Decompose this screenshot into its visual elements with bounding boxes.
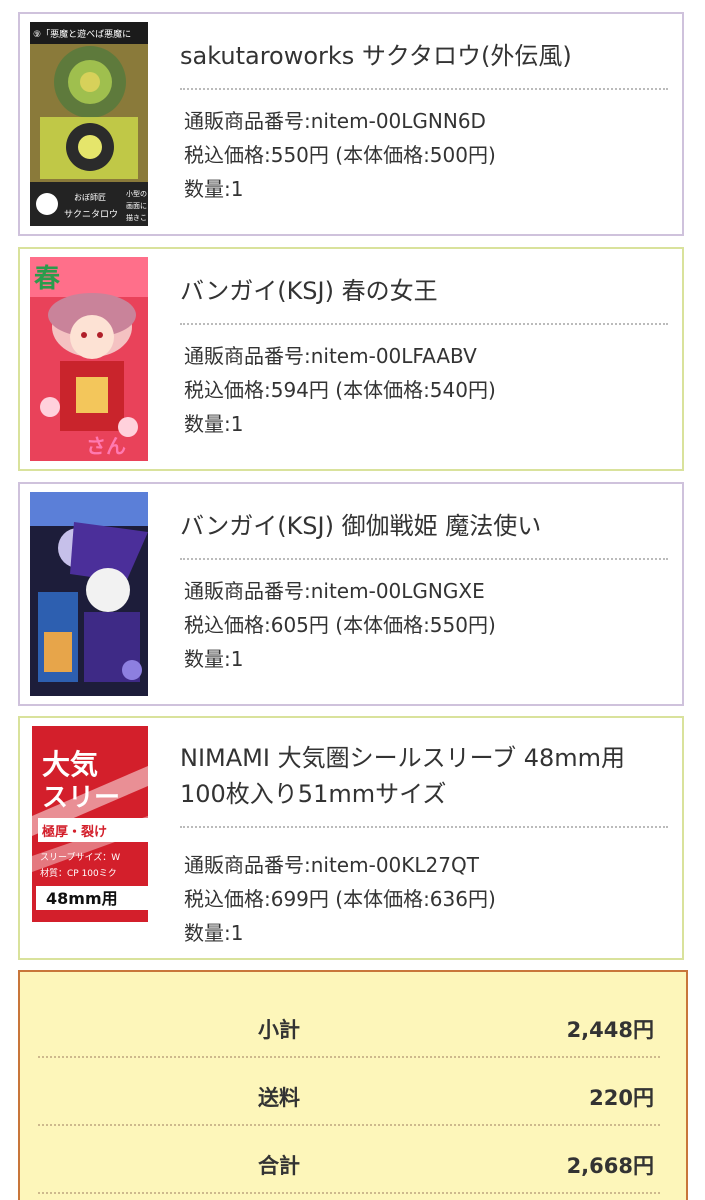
sticker-image: 春 さん xyxy=(30,257,148,461)
sleeve-package-image: 大気 スリー 極厚・裂け スリーブサイズ：W 材質：CP 100ミク 48mm用 xyxy=(30,726,148,930)
product-details: 通販商品番号:nitem-00KL27QT 税込価格:699円 (本体価格:63… xyxy=(184,848,496,950)
subtotal-label: 小計 xyxy=(258,1018,300,1042)
total-value: 2,668円 xyxy=(566,1154,654,1178)
thumb-caption: ⑨「悪魔と遊べば悪魔に xyxy=(33,28,131,40)
product-quantity: 数量:1 xyxy=(184,647,244,671)
product-name[interactable]: sakutaroworks サクタロウ(外伝風) xyxy=(180,38,668,90)
product-thumbnail[interactable] xyxy=(30,492,148,696)
sticker-image xyxy=(30,492,148,696)
thumb-text: スリーブサイズ：W xyxy=(40,851,120,863)
thumb-text: 極厚・裂け xyxy=(41,824,107,840)
order-item: ⑨「悪魔と遊べば悪魔に おぼ師匠 サクニタロウ 小型の 画面に 描きこ saku… xyxy=(18,12,684,236)
product-name[interactable]: NIMAMI 大気圏シールスリーブ 48mm用 100枚入り51mmサイズ xyxy=(180,740,668,828)
product-details: 通販商品番号:nitem-00LFAABV 税込価格:594円 (本体価格:54… xyxy=(184,339,496,441)
product-thumbnail[interactable]: 大気 スリー 極厚・裂け スリーブサイズ：W 材質：CP 100ミク 48mm用 xyxy=(30,726,148,930)
product-code: 通販商品番号:nitem-00LFAABV xyxy=(184,344,477,368)
total-row: 合計 2,668円 xyxy=(38,1136,660,1194)
shipping-value: 220円 xyxy=(589,1086,654,1110)
product-code: 通販商品番号:nitem-00KL27QT xyxy=(184,853,479,877)
thumb-text: 描きこ xyxy=(126,213,147,222)
product-name[interactable]: バンガイ(KSJ) 春の女王 xyxy=(180,273,668,325)
thumb-text: 画面に xyxy=(126,202,147,210)
product-quantity: 数量:1 xyxy=(184,177,244,201)
product-thumbnail[interactable]: ⑨「悪魔と遊べば悪魔に おぼ師匠 サクニタロウ 小型の 画面に 描きこ xyxy=(30,22,148,226)
shipping-row: 送料 220円 xyxy=(38,1068,660,1126)
thumb-text: 材質：CP 100ミク xyxy=(40,867,117,879)
product-price: 税込価格:550円 (本体価格:500円) xyxy=(184,143,496,167)
thumb-text: 大気 xyxy=(42,748,98,781)
thumb-text: サクニタロウ xyxy=(64,209,118,220)
product-price: 税込価格:605円 (本体価格:550円) xyxy=(184,613,496,637)
product-quantity: 数量:1 xyxy=(184,412,244,436)
product-code: 通販商品番号:nitem-00LGNGXE xyxy=(184,579,485,603)
order-page: ⑨「悪魔と遊べば悪魔に おぼ師匠 サクニタロウ 小型の 画面に 描きこ saku… xyxy=(0,0,705,1200)
product-price: 税込価格:594円 (本体価格:540円) xyxy=(184,378,496,402)
thumb-text: 48mm用 xyxy=(46,889,118,908)
product-price: 税込価格:699円 (本体価格:636円) xyxy=(184,887,496,911)
product-thumbnail[interactable]: 春 さん xyxy=(30,257,148,461)
thumb-text: 小型の xyxy=(126,189,147,198)
order-summary: 小計 2,448円 送料 220円 合計 2,668円 xyxy=(18,970,688,1200)
product-code: 通販商品番号:nitem-00LGNN6D xyxy=(184,109,486,133)
order-item: 大気 スリー 極厚・裂け スリーブサイズ：W 材質：CP 100ミク 48mm用… xyxy=(18,716,684,960)
total-label: 合計 xyxy=(258,1154,300,1178)
shipping-label: 送料 xyxy=(258,1086,300,1110)
subtotal-row: 小計 2,448円 xyxy=(38,1000,660,1058)
order-item: 春 さん バンガイ(KSJ) 春の女王 通販商品番号:nitem-00LFAAB… xyxy=(18,247,684,471)
sticker-image: ⑨「悪魔と遊べば悪魔に おぼ師匠 サクニタロウ 小型の 画面に 描きこ xyxy=(30,22,148,226)
subtotal-value: 2,448円 xyxy=(566,1018,654,1042)
thumb-text: 春 xyxy=(34,264,60,294)
product-details: 通販商品番号:nitem-00LGNN6D 税込価格:550円 (本体価格:50… xyxy=(184,104,496,206)
thumb-text: おぼ師匠 xyxy=(74,192,106,202)
thumb-text: スリー xyxy=(42,783,120,813)
product-name[interactable]: バンガイ(KSJ) 御伽戦姫 魔法使い xyxy=(180,508,668,560)
thumb-text: さん xyxy=(86,434,126,458)
product-details: 通販商品番号:nitem-00LGNGXE 税込価格:605円 (本体価格:55… xyxy=(184,574,496,676)
order-item: バンガイ(KSJ) 御伽戦姫 魔法使い 通販商品番号:nitem-00LGNGX… xyxy=(18,482,684,706)
product-quantity: 数量:1 xyxy=(184,921,244,945)
